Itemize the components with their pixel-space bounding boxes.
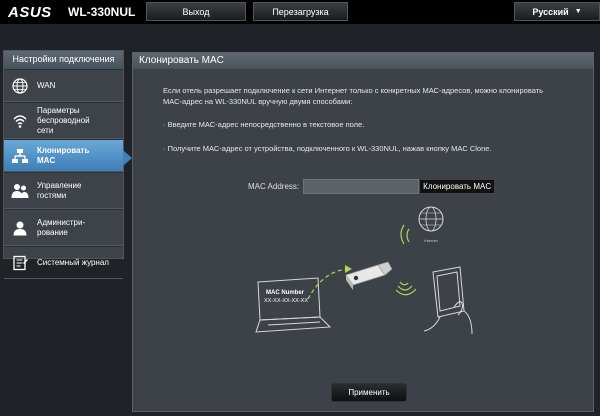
language-value: Русский: [532, 6, 569, 17]
active-indicator: [123, 150, 132, 166]
sidebar-item-label: WAN: [37, 80, 56, 90]
sidebar-item-wan[interactable]: WAN: [4, 69, 123, 102]
wireless-signal-icon: [399, 281, 409, 286]
wifi-icon: [11, 112, 29, 130]
asus-logo: ASUS: [8, 4, 52, 21]
sidebar-item-label: Управление гостями: [37, 180, 82, 200]
main-panel: Клонировать MAC Если отель разрешает под…: [132, 52, 594, 412]
laptop-icon: [255, 277, 332, 333]
mac-address-label: MAC Address:: [248, 182, 300, 191]
language-select[interactable]: Русский ▼: [514, 2, 600, 21]
content-area: Если отель разрешает подключение к сети …: [133, 69, 593, 411]
sidebar-item-label: Системный журнал: [37, 257, 109, 267]
connection-line: [307, 268, 349, 300]
admin-icon: [11, 219, 29, 237]
top-bar: ASUS WL-330NUL Выход Перезагрузка Русски…: [0, 0, 600, 24]
mac-address-row: MAC Address: Клонировать MAC: [248, 179, 496, 194]
sidebar-item-mac-clone[interactable]: Клонировать MAC: [4, 139, 132, 172]
globe-icon: [11, 77, 29, 95]
mac-address-input[interactable]: [303, 179, 420, 194]
travel-router-icon: [345, 261, 393, 290]
sidebar-item-guests[interactable]: Управление гостями: [4, 172, 123, 209]
reboot-button[interactable]: Перезагрузка: [253, 2, 348, 21]
sidebar: Настройки подключения WAN Параметры бесп…: [3, 50, 132, 279]
model-name: WL-330NUL: [68, 5, 136, 19]
log-icon: [11, 254, 29, 272]
clone-mac-button[interactable]: Клонировать MAC: [419, 179, 496, 194]
network-icon: [11, 147, 29, 165]
logout-button[interactable]: Выход: [146, 2, 246, 21]
sidebar-item-syslog[interactable]: Системный журнал: [4, 246, 123, 279]
intro-text-line1: Если отель разрешает подключение к сети …: [163, 86, 544, 95]
option2-text: · Получите МАС-адрес от устройства, подк…: [163, 144, 492, 153]
signal-icon: [400, 224, 405, 245]
sidebar-item-wireless[interactable]: Параметры беспроводной сети: [4, 102, 123, 139]
sidebar-item-label: Параметры беспроводной сети: [37, 105, 90, 135]
users-icon: [11, 182, 29, 200]
sidebar-title: Настройки подключения: [4, 51, 123, 69]
tablet-icon: [423, 266, 473, 335]
apply-button[interactable]: Применить: [331, 383, 407, 402]
internet-label: Internet: [424, 238, 438, 243]
sidebar-item-label: Администри- рование: [37, 217, 86, 237]
page-title: Клонировать MAC: [133, 53, 593, 69]
chevron-down-icon: ▼: [574, 8, 582, 15]
option1-text: · Введите МАС-адрес непосредственно в те…: [163, 120, 365, 129]
sidebar-item-admin[interactable]: Администри- рование: [4, 209, 123, 246]
intro-text-line2: МАС-адрес на WL-330NUL вручную двумя спо…: [163, 97, 353, 106]
mac-number-value: XX-XX-XX-XX-XX: [264, 298, 308, 304]
mac-number-label: MAC Number: [266, 290, 305, 296]
mac-clone-illustration: Internet MAC Number XX-XX-XX-XX-XX: [255, 206, 473, 335]
sidebar-item-label: Клонировать MAC: [37, 145, 90, 165]
globe-icon: [418, 206, 444, 232]
